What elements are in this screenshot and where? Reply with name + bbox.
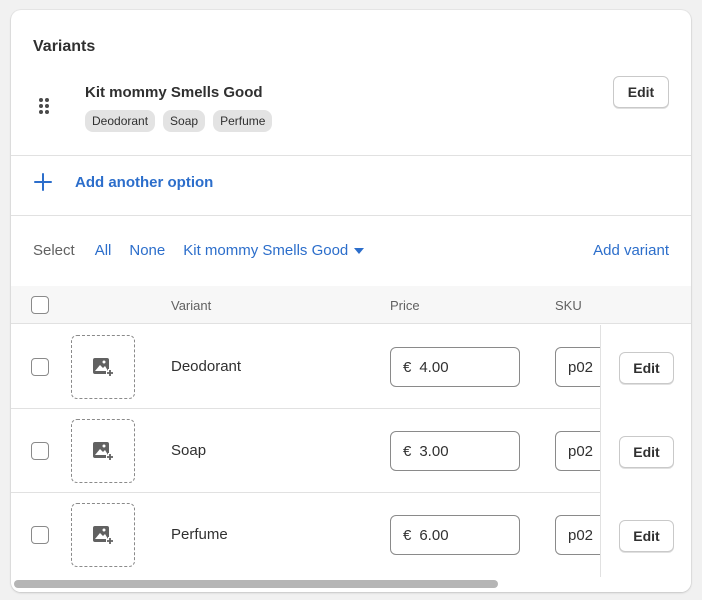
currency-symbol: €	[403, 442, 412, 460]
table-row: Deodorant € 4.00 p02 Edit	[11, 325, 691, 409]
add-image-placeholder[interactable]	[71, 335, 135, 399]
price-input[interactable]: € 4.00	[390, 347, 520, 387]
row-checkbox[interactable]	[31, 358, 49, 376]
divider	[11, 155, 691, 156]
image-add-icon	[93, 526, 114, 545]
row-checkbox[interactable]	[31, 526, 49, 544]
edit-variant-button[interactable]: Edit	[619, 352, 674, 384]
select-bar: Select All None Kit mommy Smells Good	[33, 242, 365, 259]
column-header-variant: Variant	[171, 298, 212, 313]
select-label: Select	[33, 242, 75, 259]
section-title: Variants	[33, 38, 96, 55]
row-actions: Edit	[600, 409, 691, 493]
select-all-checkbox[interactable]	[31, 296, 49, 314]
filter-label: Kit mommy Smells Good	[183, 242, 349, 259]
table-row: Soap € 3.00 p02 Edit	[11, 409, 691, 493]
image-add-icon	[93, 442, 114, 461]
option-name: Kit mommy Smells Good	[85, 84, 263, 101]
option-value-chip: Deodorant	[85, 110, 156, 132]
price-value: 3.00	[419, 442, 449, 460]
divider	[11, 215, 691, 216]
column-header-price: Price	[390, 298, 420, 313]
table-header: Variant Price SKU	[11, 286, 691, 324]
price-value: 4.00	[419, 358, 449, 376]
drag-handle-icon[interactable]	[37, 96, 51, 116]
add-image-placeholder[interactable]	[71, 503, 135, 567]
add-option-label: Add another option	[75, 173, 214, 191]
select-option-filter[interactable]: Kit mommy Smells Good	[183, 242, 365, 259]
table-row: Perfume € 6.00 p02 Edit	[11, 493, 691, 577]
variant-name: Soap	[171, 442, 207, 459]
row-actions: Edit	[600, 325, 691, 409]
row-actions: Edit	[600, 493, 691, 577]
add-variant-link[interactable]: Add variant	[593, 242, 669, 259]
option-values: Deodorant Soap Perfume	[85, 110, 273, 132]
edit-option-button[interactable]: Edit	[613, 76, 669, 108]
variant-name: Perfume	[171, 526, 228, 543]
option-value-chip: Perfume	[213, 110, 273, 132]
caret-down-icon	[354, 247, 365, 254]
price-input[interactable]: € 3.00	[390, 431, 520, 471]
add-another-option-button[interactable]: Add another option	[33, 172, 213, 192]
select-none-link[interactable]: None	[129, 242, 165, 259]
select-all-link[interactable]: All	[95, 242, 112, 259]
currency-symbol: €	[403, 358, 412, 376]
column-header-sku: SKU	[555, 298, 582, 313]
price-input[interactable]: € 6.00	[390, 515, 520, 555]
add-image-placeholder[interactable]	[71, 419, 135, 483]
edit-variant-button[interactable]: Edit	[619, 520, 674, 552]
edit-variant-button[interactable]: Edit	[619, 436, 674, 468]
variant-name: Deodorant	[171, 358, 242, 375]
plus-icon	[34, 173, 52, 191]
price-value: 6.00	[419, 526, 449, 544]
image-add-icon	[93, 358, 114, 377]
option-value-chip: Soap	[163, 110, 206, 132]
variants-card: Variants Kit mommy Smells Good Deodorant…	[11, 10, 691, 592]
horizontal-scrollbar[interactable]	[14, 580, 498, 588]
row-checkbox[interactable]	[31, 442, 49, 460]
currency-symbol: €	[403, 526, 412, 544]
